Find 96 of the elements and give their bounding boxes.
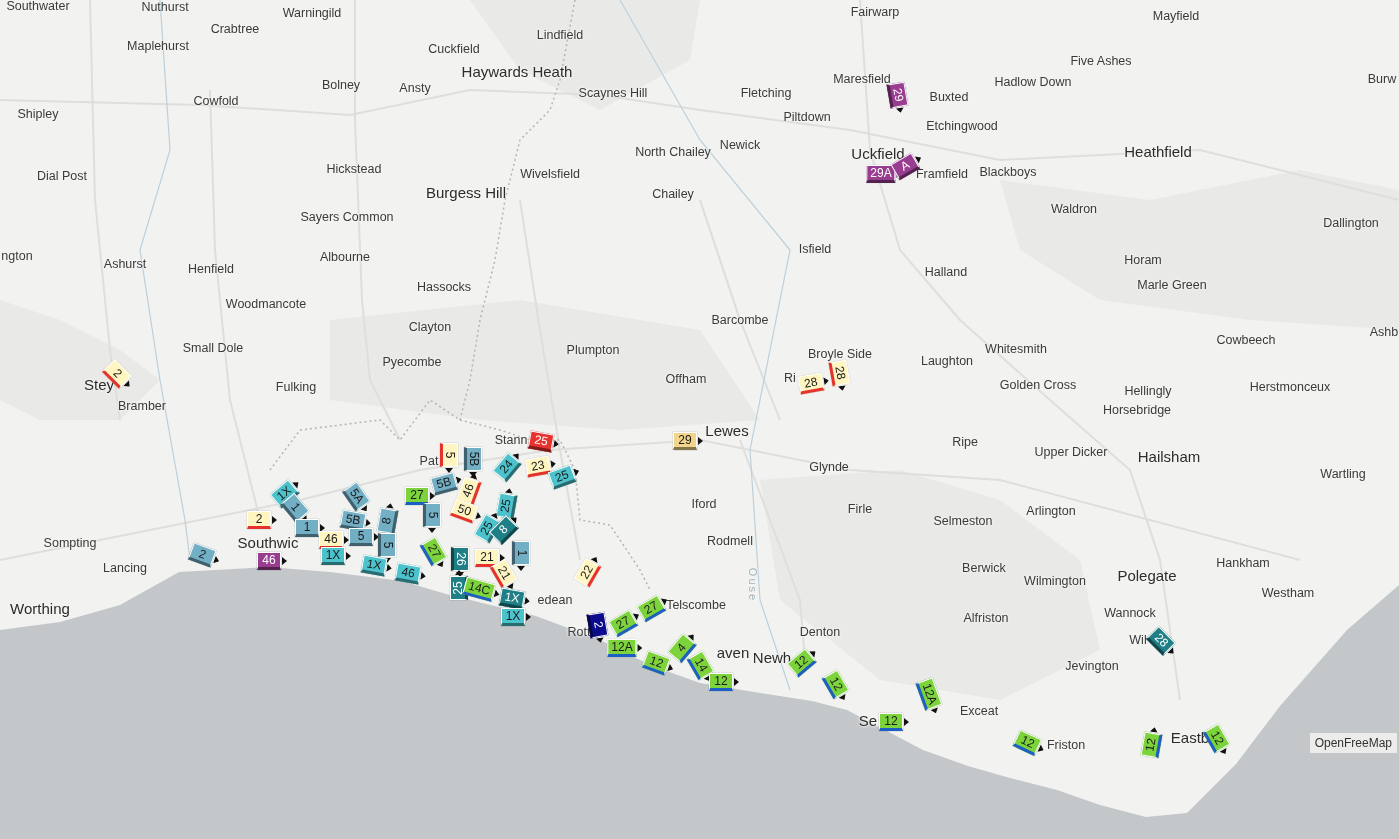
place-label: Waldron [1050, 202, 1098, 216]
place-label: Nuthurst [141, 0, 189, 14]
river-label: Ouse [746, 567, 758, 603]
place-label: Barcombe [711, 313, 769, 327]
place-label: Offham [665, 372, 707, 386]
place-label: Wilmington [1024, 574, 1086, 588]
place-label: Selmeston [933, 514, 993, 528]
place-label: Clayton [408, 320, 452, 334]
place-label: Arlington [1026, 504, 1076, 518]
town-label: Hailsham [1137, 448, 1201, 464]
place-label: Bramber [118, 399, 166, 413]
place-label: edean [537, 593, 573, 607]
place-label: Dallington [1323, 216, 1379, 230]
town-label: Lewes [705, 422, 749, 438]
place-label: Upper Dicker [1034, 445, 1108, 459]
place-label: Henfield [188, 262, 234, 276]
place-label: Berwick [962, 561, 1006, 575]
town-label: Polegate [1117, 567, 1177, 583]
place-label: Maplehurst [127, 39, 189, 53]
place-label: Cowbeech [1216, 333, 1276, 347]
town-label: Haywards Heath [461, 63, 573, 79]
place-label: Westham [1261, 586, 1315, 600]
place-label: Dial Post [37, 169, 87, 183]
place-label: Ashb [1369, 325, 1399, 339]
place-label: Wartling [1320, 467, 1366, 481]
place-label: Chailey [652, 187, 694, 201]
place-label: Pat [419, 454, 439, 468]
place-label: Hassocks [416, 280, 472, 294]
town-label: Heathfield [1124, 143, 1192, 159]
place-label: Golden Cross [999, 378, 1077, 392]
place-label: Hellingly [1124, 384, 1172, 398]
place-label: Fulking [275, 380, 317, 394]
place-label: Albourne [320, 250, 370, 264]
place-label: Cuckfield [428, 42, 480, 56]
place-label: Hadlow Down [994, 75, 1072, 89]
place-label: Exceat [959, 704, 999, 718]
town-label: Burgess Hill [426, 184, 506, 200]
place-label: Herstmonceux [1249, 380, 1331, 394]
place-label: Plumpton [566, 343, 620, 357]
place-label: Iford [691, 497, 717, 511]
place-label: Rodmell [707, 534, 753, 548]
place-label: Five Ashes [1070, 54, 1132, 68]
place-label: Hickstead [326, 162, 382, 176]
place-label: Horam [1124, 253, 1162, 267]
place-label: Ri [784, 371, 796, 385]
place-label: Southwater [6, 0, 70, 13]
place-label: Newick [719, 138, 761, 152]
place-label: Sayers Common [300, 210, 394, 224]
place-label: Fairwarp [850, 5, 900, 19]
place-label: Woodmancote [225, 297, 307, 311]
place-label: Alfriston [963, 611, 1009, 625]
place-label: Whitesmith [985, 342, 1047, 356]
place-label: Buxted [929, 90, 969, 104]
place-label: Halland [924, 265, 968, 279]
place-label: Broyle Side [808, 347, 872, 361]
place-label: Scaynes Hill [578, 86, 648, 100]
place-label: Wannock [1104, 606, 1156, 620]
place-label: Etchingwood [926, 119, 998, 133]
town-label: Worthing [10, 600, 70, 616]
place-label: Piltdown [783, 110, 831, 124]
place-label: Warningild [282, 6, 342, 20]
place-label: Crabtree [210, 22, 260, 36]
place-label: Horsebridge [1102, 403, 1172, 417]
place-label: Wivelsfield [520, 167, 580, 181]
place-label: Bolney [321, 78, 361, 92]
place-label: Lancing [103, 561, 147, 575]
place-label: Wil [1129, 633, 1147, 647]
place-label: Stann [494, 433, 528, 447]
town-label: Se [858, 712, 878, 728]
place-label: Hankham [1216, 556, 1270, 570]
place-label: Small Dole [182, 341, 244, 355]
place-label: ngton [1, 249, 33, 263]
place-label: Glynde [809, 460, 849, 474]
place-label: Burw [1367, 72, 1397, 86]
place-label: Sompting [43, 536, 97, 550]
place-label: Marle Green [1137, 278, 1207, 292]
place-label: Lindfield [536, 28, 584, 42]
place-label: Mayfield [1152, 9, 1200, 23]
place-label: Ripe [952, 435, 978, 449]
place-label: Blackboys [979, 165, 1037, 179]
place-label: North Chailey [635, 145, 711, 159]
place-label: Isfield [798, 242, 832, 256]
place-label: Fletching [740, 86, 792, 100]
town-label: aven [716, 644, 750, 660]
place-label: Denton [799, 625, 841, 639]
place-label: Pyecombe [382, 355, 442, 369]
place-label: Friston [1046, 738, 1086, 752]
place-label: Shipley [17, 107, 59, 121]
place-label: Telscombe [666, 598, 726, 612]
place-label: Ansty [399, 81, 431, 95]
place-label: Cowfold [193, 94, 239, 108]
place-label: Ashurst [103, 257, 147, 271]
place-label: Laughton [920, 354, 974, 368]
place-label: Jevington [1065, 659, 1119, 673]
town-label: Southwic [237, 534, 299, 550]
place-label: Firle [847, 502, 873, 516]
